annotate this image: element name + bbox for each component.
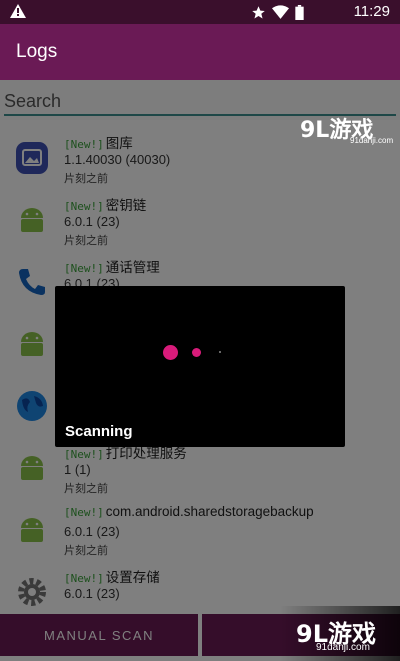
watermark-logo: 9L游戏 91danji.com bbox=[280, 606, 400, 661]
battery-icon bbox=[295, 5, 304, 20]
app-bar: Logs bbox=[0, 24, 400, 80]
wifi-icon bbox=[272, 5, 289, 19]
star-icon bbox=[252, 6, 265, 19]
watermark-logo: 9L游戏 91danji.com bbox=[300, 118, 394, 145]
spinner-dot bbox=[192, 348, 201, 357]
warning-icon bbox=[10, 4, 26, 18]
spinner-dot bbox=[219, 351, 221, 353]
page-title: Logs bbox=[16, 41, 58, 62]
spinner-dot bbox=[163, 345, 178, 360]
scanning-label: Scanning bbox=[65, 423, 133, 440]
status-bar: 11:29 bbox=[0, 0, 400, 24]
status-time: 11:29 bbox=[353, 3, 390, 20]
loading-spinner bbox=[160, 345, 240, 361]
